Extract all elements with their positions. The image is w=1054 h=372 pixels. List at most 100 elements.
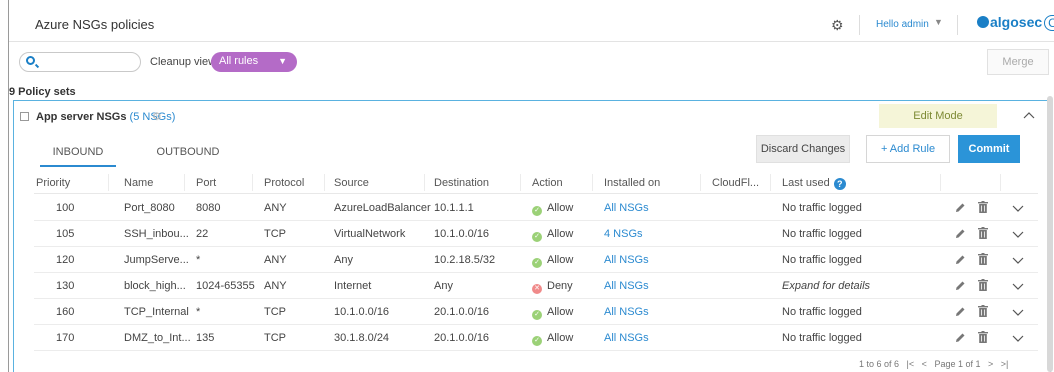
table-row[interactable]: 170 DMZ_to_Int... 135 TCP 30.1.8.0/24 20… [34, 325, 1038, 351]
column-divider [108, 174, 109, 191]
table-row[interactable]: 105 SSH_inbou... 22 TCP VirtualNetwork 1… [34, 221, 1038, 247]
gear-icon[interactable]: ⚙ [152, 110, 162, 123]
cell-protocol: ANY [264, 202, 287, 214]
chevron-down-icon[interactable] [1012, 229, 1024, 239]
pager-first-button[interactable]: |< [907, 359, 915, 369]
column-header-port[interactable]: Port [196, 177, 216, 189]
column-divider [592, 174, 593, 191]
chevron-down-icon: ▼ [278, 56, 287, 66]
app-header: Azure NSGs policies ⚙ Hello admin ▼ algo… [9, 8, 1054, 42]
edit-mode-badge: Edit Mode [879, 104, 997, 128]
installed-on-link[interactable]: All NSGs [604, 254, 649, 266]
cell-name: Port_8080 [124, 202, 175, 214]
policy-set-header: App server NSGs (5 NSGs) ⚙ Edit Mode [14, 101, 1050, 131]
table-row[interactable]: 130 block_high... 1024-65355 ANY Interne… [34, 273, 1038, 299]
action-label: Deny [547, 280, 573, 292]
algosec-logo: algosecCLOUD [977, 14, 1054, 31]
trash-icon[interactable] [978, 253, 988, 265]
column-header-name[interactable]: Name [124, 177, 153, 189]
add-rule-button[interactable]: + Add Rule [866, 135, 950, 163]
chevron-down-icon[interactable]: ▼ [934, 17, 943, 27]
tab-outbound[interactable]: OUTBOUND [150, 141, 226, 167]
pager-prev-button[interactable]: < [922, 359, 927, 369]
policy-sets-count: 9 Policy sets [9, 86, 76, 98]
cell-source: Internet [334, 280, 372, 292]
cell-action: ✓ Allow [532, 306, 573, 320]
deny-x-icon: ✕ [532, 284, 542, 294]
help-icon[interactable]: ? [833, 178, 846, 190]
pencil-icon[interactable] [954, 228, 966, 240]
vertical-scrollbar[interactable] [1047, 96, 1053, 372]
policy-set-checkbox[interactable] [20, 112, 29, 121]
pencil-icon[interactable] [954, 254, 966, 266]
pencil-icon[interactable] [954, 202, 966, 214]
cell-port: * [196, 254, 201, 266]
installed-on-link[interactable]: All NSGs [604, 202, 649, 214]
pager-last-button[interactable]: >| [1001, 359, 1009, 369]
column-header-destination[interactable]: Destination [434, 177, 489, 189]
trash-icon[interactable] [978, 279, 988, 291]
action-label: Allow [547, 306, 574, 318]
cell-source: 10.1.0.0/16 [334, 306, 390, 318]
chevron-down-icon[interactable] [1012, 255, 1024, 265]
cell-action: ✓ Allow [532, 332, 573, 346]
cleanup-view-select[interactable]: All rules ▼ [211, 52, 297, 72]
search-input[interactable] [19, 52, 141, 72]
discard-changes-button[interactable]: Discard Changes [756, 135, 850, 163]
logo-text: algosec [990, 14, 1043, 30]
installed-on-link[interactable]: 4 NSGs [604, 228, 643, 240]
cell-port: * [196, 306, 201, 318]
column-header-last-used[interactable]: Last used? [782, 177, 846, 190]
gear-icon[interactable]: ⚙ [831, 18, 845, 32]
trash-icon[interactable] [978, 201, 988, 213]
page-title: Azure NSGs policies [35, 17, 155, 32]
pagination: 1 to 6 of 6 |< < Page 1 of 1 > >| [854, 359, 1008, 369]
column-header-source[interactable]: Source [334, 177, 369, 189]
pencil-icon[interactable] [954, 306, 966, 318]
cell-action: ✕ Deny [532, 280, 573, 294]
commit-button[interactable]: Commit [958, 135, 1020, 163]
cell-protocol: ANY [264, 254, 287, 266]
column-header-installed-on[interactable]: Installed on [604, 177, 660, 189]
column-divider [324, 174, 325, 191]
cell-protocol: TCP [264, 228, 286, 240]
column-header-cloudfl[interactable]: CloudFl... [712, 177, 759, 189]
chevron-down-icon[interactable] [1012, 307, 1024, 317]
cell-port: 1024-65355 [196, 280, 255, 292]
cell-action: ✓ Allow [532, 202, 573, 216]
table-row[interactable]: 100 Port_8080 8080 ANY AzureLoadBalancer… [34, 195, 1038, 221]
installed-on-link[interactable]: All NSGs [604, 306, 649, 318]
trash-icon[interactable] [978, 227, 988, 239]
chevron-down-icon[interactable] [1012, 333, 1024, 343]
cleanup-view-label: Cleanup view: [150, 56, 220, 68]
action-label: Allow [547, 254, 574, 266]
cell-protocol: TCP [264, 306, 286, 318]
header-divider [957, 15, 958, 35]
merge-button[interactable]: Merge [987, 49, 1049, 75]
table-row[interactable]: 120 JumpServe... * ANY Any 10.2.18.5/32 … [34, 247, 1038, 273]
column-header-protocol[interactable]: Protocol [264, 177, 304, 189]
column-header-action[interactable]: Action [532, 177, 563, 189]
trash-icon[interactable] [978, 305, 988, 317]
cell-priority: 100 [56, 202, 75, 214]
column-divider [520, 174, 521, 191]
policy-set-name: App server NSGs [36, 111, 127, 123]
table-row[interactable]: 160 TCP_Internal * TCP 10.1.0.0/16 20.1.… [34, 299, 1038, 325]
chevron-down-icon[interactable] [1012, 203, 1024, 213]
chevron-down-icon[interactable] [1012, 281, 1024, 291]
column-divider [252, 174, 253, 191]
column-divider [184, 174, 185, 191]
pencil-icon[interactable] [954, 280, 966, 292]
user-menu[interactable]: Hello admin [876, 19, 929, 30]
installed-on-link[interactable]: All NSGs [604, 332, 649, 344]
pencil-icon[interactable] [954, 332, 966, 344]
allow-check-icon: ✓ [532, 232, 542, 242]
installed-on-link[interactable]: All NSGs [604, 280, 649, 292]
chevron-up-icon[interactable] [1023, 110, 1035, 122]
action-label: Allow [547, 228, 574, 240]
column-header-priority[interactable]: Priority [36, 177, 70, 189]
trash-icon[interactable] [978, 331, 988, 343]
pager-next-button[interactable]: > [988, 359, 993, 369]
tab-inbound[interactable]: INBOUND [40, 141, 116, 167]
cell-name: TCP_Internal [124, 306, 189, 318]
